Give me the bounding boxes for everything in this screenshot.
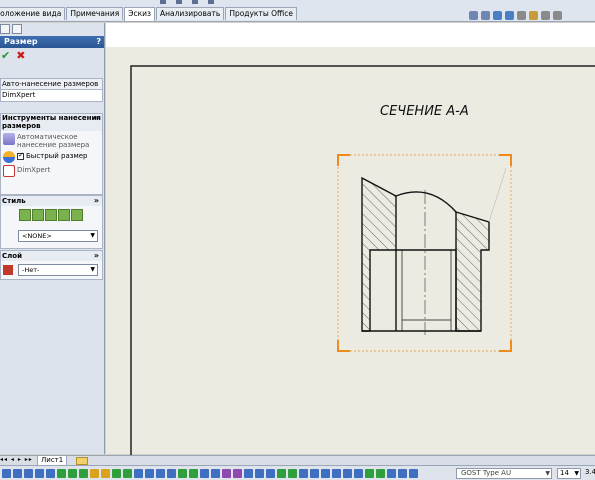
- tool-icon[interactable]: [145, 469, 154, 478]
- tool-icon[interactable]: [112, 469, 121, 478]
- font-select[interactable]: GOST Type AU ▼: [456, 468, 552, 479]
- tool-icon[interactable]: [365, 469, 374, 478]
- tool-icon[interactable]: [310, 469, 319, 478]
- format-toolbar: GOST Type AU ▼ 14 ▼ 3.4: [0, 465, 595, 480]
- annotation-tools: [2, 469, 418, 478]
- chevron-down-icon: ▼: [574, 470, 579, 477]
- tool-icon[interactable]: [343, 469, 352, 478]
- scale-value: 3.4: [585, 468, 595, 476]
- tool-icon[interactable]: [46, 469, 55, 478]
- tool-icon[interactable]: [178, 469, 187, 478]
- drawing-view: СЕЧЕНИЕ А-А: [130, 65, 595, 467]
- tool-icon[interactable]: [167, 469, 176, 478]
- font-size-select[interactable]: 14 ▼: [557, 468, 581, 479]
- tool-icon[interactable]: [376, 469, 385, 478]
- section-label: СЕЧЕНИЕ А-А: [380, 104, 469, 119]
- tool-icon[interactable]: [354, 469, 363, 478]
- tool-icon[interactable]: [277, 469, 286, 478]
- tool-icon[interactable]: [299, 469, 308, 478]
- tool-icon[interactable]: [101, 469, 110, 478]
- tool-icon[interactable]: [233, 469, 242, 478]
- tool-icon[interactable]: [57, 469, 66, 478]
- tool-icon[interactable]: [90, 469, 99, 478]
- sheet-tab-bar: ◂◂ ◂ ▸ ▸▸ Лист1: [0, 455, 595, 466]
- font-value: GOST Type AU: [461, 469, 512, 477]
- chevron-down-icon: ▼: [545, 470, 550, 477]
- tool-icon[interactable]: [321, 469, 330, 478]
- hatch-left: [361, 176, 397, 332]
- tool-icon[interactable]: [288, 469, 297, 478]
- part-section[interactable]: [361, 167, 507, 335]
- tool-icon[interactable]: [387, 469, 396, 478]
- tool-icon[interactable]: [211, 469, 220, 478]
- tool-icon[interactable]: [24, 469, 33, 478]
- tool-icon[interactable]: [68, 469, 77, 478]
- tool-icon[interactable]: [332, 469, 341, 478]
- tool-icon[interactable]: [2, 469, 11, 478]
- font-size-value: 14: [560, 469, 569, 477]
- tool-icon[interactable]: [222, 469, 231, 478]
- tool-icon[interactable]: [266, 469, 275, 478]
- tool-icon[interactable]: [123, 469, 132, 478]
- tool-icon[interactable]: [409, 469, 418, 478]
- hatch-right: [455, 211, 490, 332]
- tool-icon[interactable]: [134, 469, 143, 478]
- tool-icon[interactable]: [35, 469, 44, 478]
- tool-icon[interactable]: [13, 469, 22, 478]
- tool-icon[interactable]: [398, 469, 407, 478]
- tool-icon[interactable]: [255, 469, 264, 478]
- sheet-navigation[interactable]: ◂◂ ◂ ▸ ▸▸: [0, 456, 33, 463]
- tool-icon[interactable]: [156, 469, 165, 478]
- tool-icon[interactable]: [244, 469, 253, 478]
- tool-icon[interactable]: [79, 469, 88, 478]
- tool-icon[interactable]: [200, 469, 209, 478]
- tool-icon[interactable]: [189, 469, 198, 478]
- add-sheet-icon[interactable]: [76, 457, 88, 465]
